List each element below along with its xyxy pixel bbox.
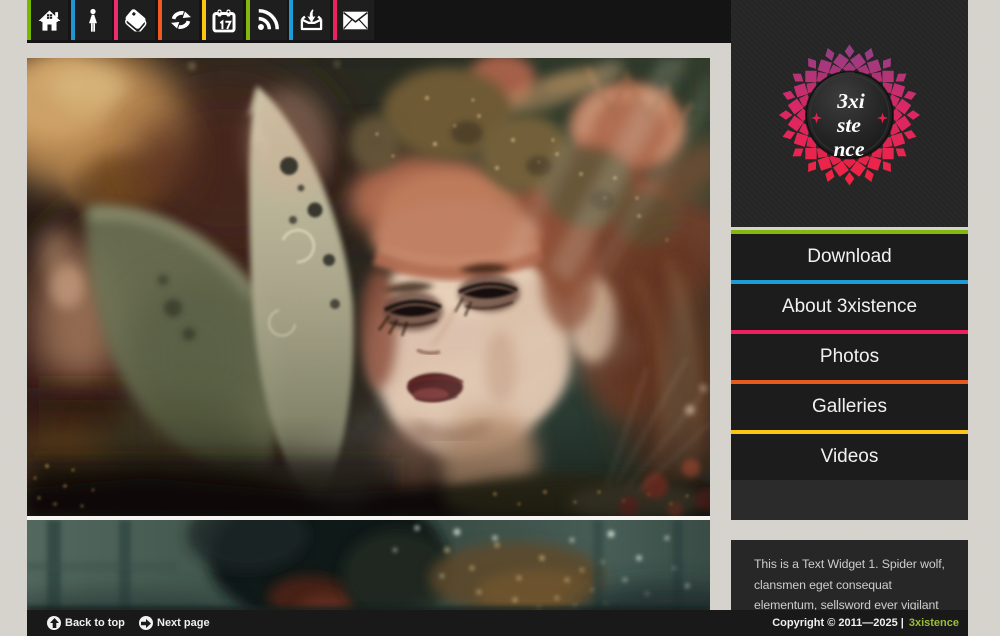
svg-text:nce: nce: [833, 137, 865, 161]
svg-text:ste: ste: [836, 113, 861, 137]
svg-text:3xi: 3xi: [836, 89, 865, 113]
